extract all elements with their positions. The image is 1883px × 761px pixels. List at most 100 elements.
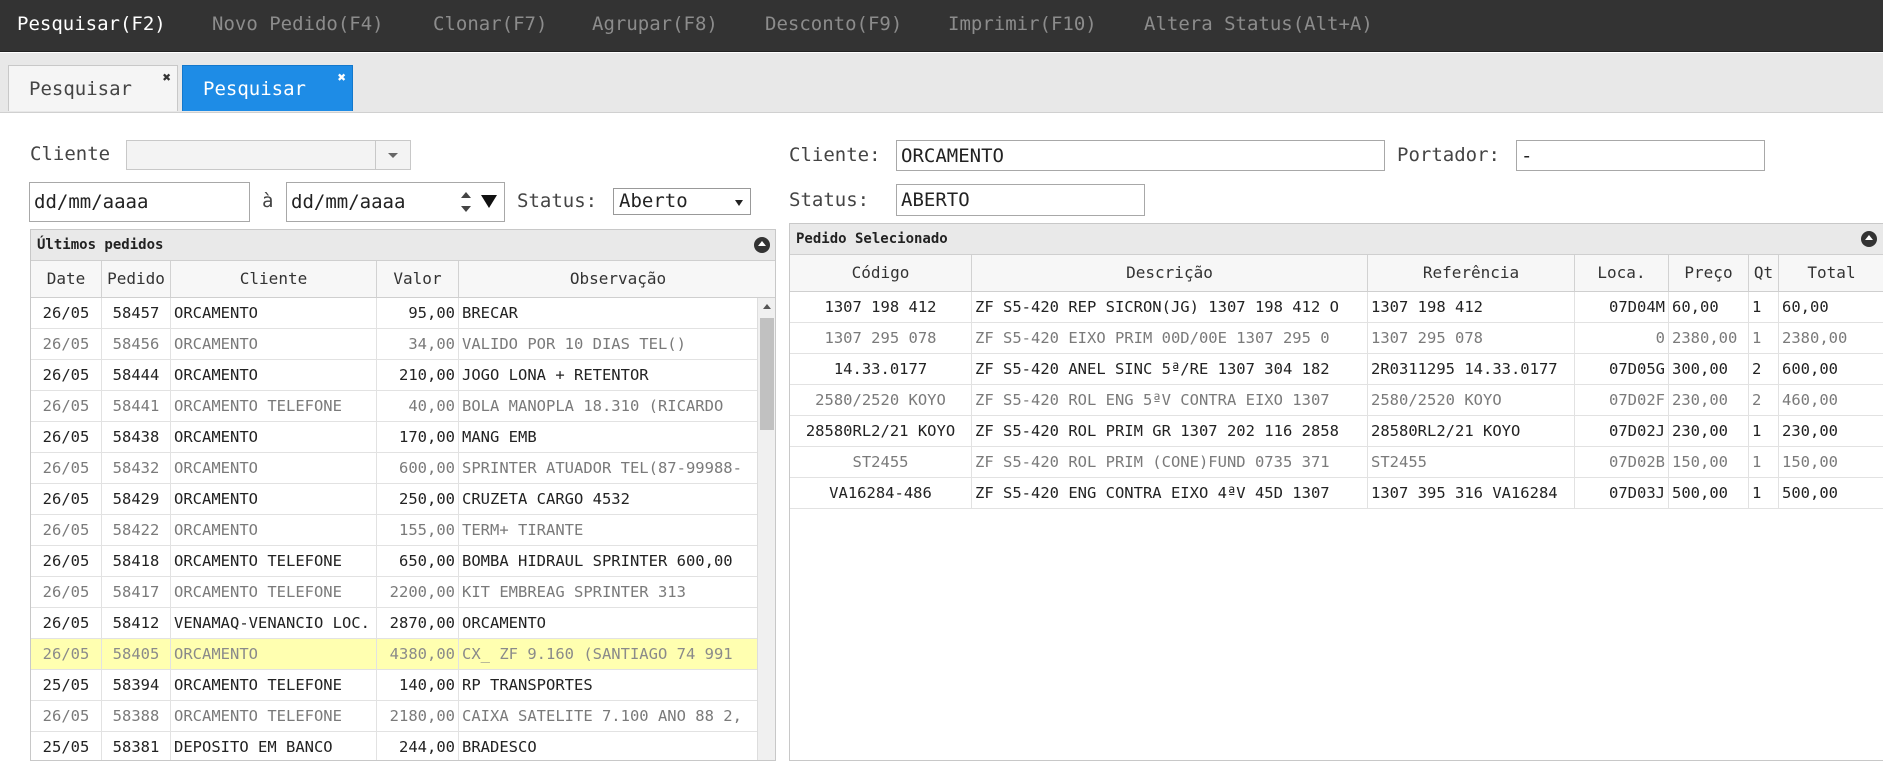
date-picker-dropdown-icon[interactable] (481, 195, 497, 208)
date-from-input[interactable]: dd/mm/aaaa (29, 182, 250, 222)
combobox-dropdown-button[interactable] (375, 141, 410, 169)
cell-valor: 244,00 (377, 732, 459, 760)
tab-pesquisar-2[interactable]: Pesquisar ✖ (182, 65, 353, 111)
table-row[interactable]: 26/05 58429 ORCAMENTO 250,00 CRUZETA CARGO 4… (31, 484, 757, 515)
table-row[interactable]: VA16284-486 ZF S5-420 ENG CONTRA EIXO 4ªV… (790, 478, 1883, 509)
status-detail-field[interactable]: ABERTO (896, 184, 1145, 216)
column-header-preco[interactable]: Preço (1669, 255, 1749, 291)
cell-qt: 1 (1749, 416, 1779, 446)
date-range-separator: à (262, 190, 274, 212)
ultimos-pedidos-header-row: Date Pedido Cliente Valor Observação (31, 261, 775, 298)
cell-pedido: 58456 (102, 329, 171, 359)
column-header-observacao[interactable]: Observação (459, 261, 775, 297)
cell-loca: 07D05G (1575, 354, 1669, 384)
table-row[interactable]: 26/05 58457 ORCAMENTO 95,00 BRECAR (31, 298, 757, 329)
column-header-pedido[interactable]: Pedido (102, 261, 171, 297)
cell-pedido: 58388 (102, 701, 171, 731)
column-header-loca[interactable]: Loca. (1575, 255, 1669, 291)
scroll-thumb[interactable] (760, 318, 774, 430)
column-header-codigo[interactable]: Código (790, 255, 972, 291)
table-row[interactable]: 26/05 58405 ORCAMENTO 4380,00 CX_ ZF 9.160 (… (31, 639, 757, 670)
date-to-input[interactable]: dd/mm/aaaa (286, 182, 505, 222)
menu-altera-status[interactable]: Altera Status(Alt+A) (1144, 13, 1373, 35)
ultimos-pedidos-panel: Últimos pedidos Date Pedido Cliente Valo… (30, 229, 776, 761)
table-row[interactable]: 26/05 58444 ORCAMENTO 210,00 JOGO LONA + RET… (31, 360, 757, 391)
column-header-descricao[interactable]: Descrição (972, 255, 1368, 291)
status-filter-value: Aberto (619, 190, 688, 212)
cell-codigo: VA16284-486 (790, 478, 972, 508)
table-row[interactable]: 26/05 58388 ORCAMENTO TELEFONE 2180,00 CAIXA… (31, 701, 757, 732)
cell-total: 460,00 (1782, 391, 1838, 409)
cell-pedido: 58457 (102, 298, 171, 328)
column-header-total[interactable]: Total (1779, 255, 1883, 291)
status-filter-select[interactable]: Aberto (613, 188, 751, 215)
column-header-valor[interactable]: Valor (377, 261, 459, 297)
table-row[interactable]: 26/05 58417 ORCAMENTO TELEFONE 2200,00 KIT E… (31, 577, 757, 608)
table-row[interactable]: ST2455 ZF S5-420 ROL PRIM (CONE)FUND 0735… (790, 447, 1883, 478)
cell-cliente: ORCAMENTO TELEFONE (171, 701, 377, 731)
spin-up-icon[interactable] (461, 192, 471, 198)
table-row[interactable]: 28580RL2/21 KOYO ZF S5-420 ROL PRIM GR 13… (790, 416, 1883, 447)
cell-pedido: 58405 (102, 639, 171, 669)
table-row[interactable]: 26/05 58412 VENAMAQ-VENANCIO LOC. 2870,00 OR… (31, 608, 757, 639)
cell-cliente: ORCAMENTO TELEFONE (171, 670, 377, 700)
tab-pesquisar-1[interactable]: Pesquisar ✖ (8, 65, 178, 111)
cell-observacao: KIT EMBREAG SPRINTER 313 (462, 583, 686, 601)
cell-valor: 600,00 (377, 453, 459, 483)
cell-loca: 07D02J (1575, 416, 1669, 446)
cell-descricao: ZF S5-420 ROL PRIM GR 1307 202 116 2858 (972, 416, 1368, 446)
column-header-date[interactable]: Date (31, 261, 102, 297)
close-icon[interactable]: ✖ (163, 70, 171, 86)
cell-loca: 07D04M (1575, 292, 1669, 322)
close-icon[interactable]: ✖ (338, 70, 346, 86)
menu-imprimir[interactable]: Imprimir(F10) (948, 13, 1097, 35)
cell-date: 26/05 (31, 484, 102, 514)
table-row[interactable]: 26/05 58438 ORCAMENTO 170,00 MANG EMB (31, 422, 757, 453)
table-row[interactable]: 26/05 58456 ORCAMENTO 34,00 VALIDO POR 10 DI… (31, 329, 757, 360)
scroll-up-icon[interactable] (763, 304, 771, 309)
table-row[interactable]: 26/05 58441 ORCAMENTO TELEFONE 40,00 BOLA MA… (31, 391, 757, 422)
collapse-icon[interactable] (1861, 231, 1877, 247)
cell-cliente: ORCAMENTO (171, 422, 377, 452)
menu-pesquisar[interactable]: Pesquisar(F2) (17, 13, 166, 35)
portador-field[interactable]: - (1516, 140, 1765, 171)
table-row[interactable]: 14.33.0177 ZF S5-420 ANEL SINC 5ª/RE 1307… (790, 354, 1883, 385)
cell-observacao: CRUZETA CARGO 4532 (462, 490, 630, 508)
menu-clonar[interactable]: Clonar(F7) (433, 13, 547, 35)
cliente-detail-field[interactable]: ORCAMENTO (896, 140, 1385, 171)
cell-descricao: ZF S5-420 EIXO PRIM 00D/00E 1307 295 0 (972, 323, 1368, 353)
cell-date: 26/05 (31, 515, 102, 545)
cell-observacao: TERM+ TIRANTE (462, 521, 584, 539)
menu-agrupar[interactable]: Agrupar(F8) (592, 13, 718, 35)
cell-cliente: ORCAMENTO (171, 484, 377, 514)
cliente-filter-combobox[interactable] (126, 140, 411, 170)
cell-valor: 40,00 (377, 391, 459, 421)
cell-cliente: ORCAMENTO TELEFONE (171, 391, 377, 421)
table-row[interactable]: 2580/2520 KOYO ZF S5-420 ROL ENG 5ªV CONT… (790, 385, 1883, 416)
column-header-qt[interactable]: Qt (1749, 255, 1779, 291)
pedido-selecionado-panel: Pedido Selecionado Código Descrição Refe… (789, 223, 1883, 761)
cell-valor: 2200,00 (377, 577, 459, 607)
cell-observacao: SPRINTER ATUADOR TEL(87-99988- (462, 459, 742, 477)
cell-observacao: VALIDO POR 10 DIAS TEL() (462, 335, 686, 353)
cell-pedido: 58432 (102, 453, 171, 483)
cell-preco: 150,00 (1669, 447, 1749, 477)
cell-preco: 500,00 (1669, 478, 1749, 508)
tab-label: Pesquisar (29, 78, 132, 100)
menu-novo-pedido[interactable]: Novo Pedido(F4) (212, 13, 384, 35)
spin-down-icon[interactable] (461, 206, 471, 212)
table-row[interactable]: 1307 295 078 ZF S5-420 EIXO PRIM 00D/00E … (790, 323, 1883, 354)
table-row[interactable]: 26/05 58418 ORCAMENTO TELEFONE 650,00 BOMBA … (31, 546, 757, 577)
column-header-cliente[interactable]: Cliente (171, 261, 377, 297)
ultimos-pedidos-scrollbar[interactable] (757, 298, 775, 760)
menu-desconto[interactable]: Desconto(F9) (765, 13, 902, 35)
table-row[interactable]: 26/05 58432 ORCAMENTO 600,00 SPRINTER ATUADO… (31, 453, 757, 484)
cell-qt: 1 (1749, 292, 1779, 322)
table-row[interactable]: 25/05 58394 ORCAMENTO TELEFONE 140,00 RP TRA… (31, 670, 757, 701)
table-row[interactable]: 25/05 58381 DEPOSITO EM BANCO 244,00 BRADESC… (31, 732, 757, 760)
table-row[interactable]: 1307 198 412 ZF S5-420 REP SICRON(JG) 130… (790, 292, 1883, 323)
table-row[interactable]: 26/05 58422 ORCAMENTO 155,00 TERM+ TIRANTE (31, 515, 757, 546)
column-header-referencia[interactable]: Referência (1368, 255, 1575, 291)
collapse-icon[interactable] (754, 237, 770, 253)
cell-observacao: ORCAMENTO (462, 614, 546, 632)
